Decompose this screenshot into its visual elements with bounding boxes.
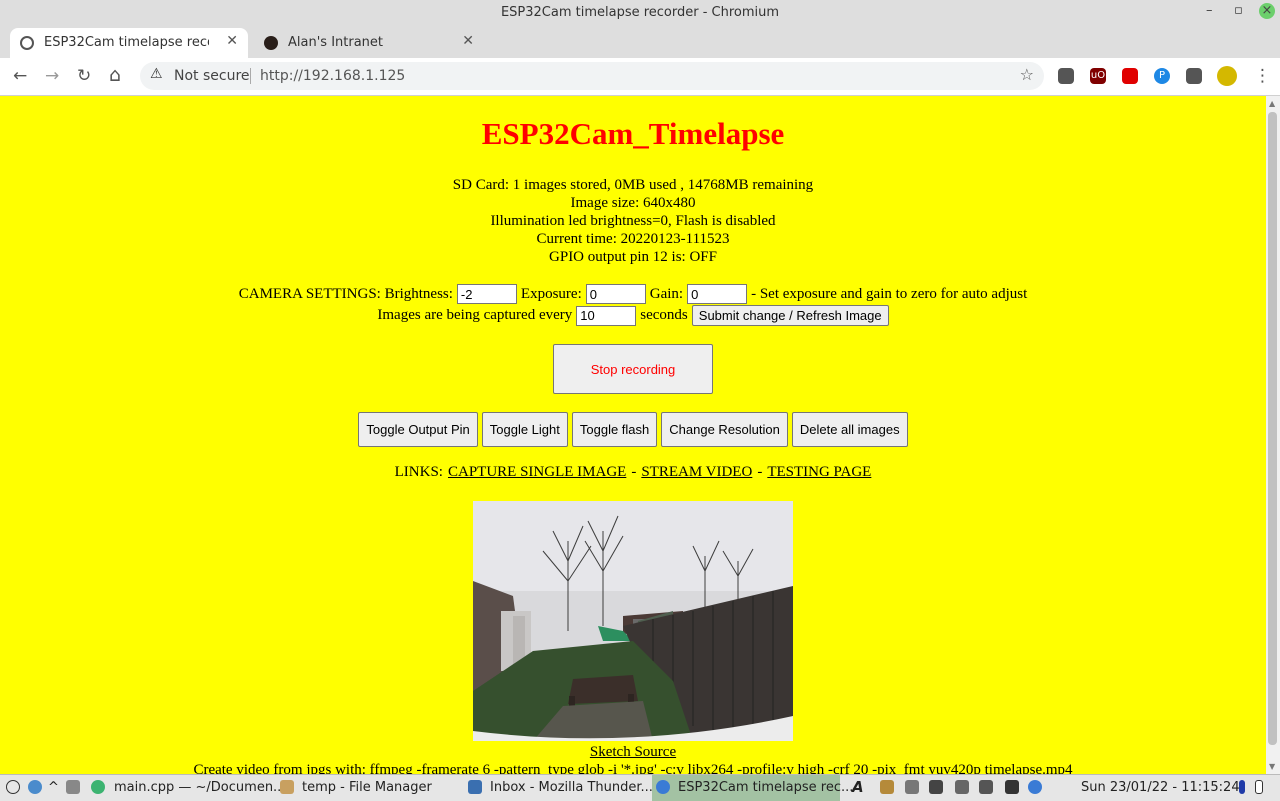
change-resolution-button[interactable]: Change Resolution [661, 412, 788, 447]
camera-snapshot-image [473, 501, 793, 741]
minimize-icon[interactable]: – [1206, 3, 1213, 18]
back-icon[interactable]: ← [13, 66, 27, 86]
tray-settings-icon[interactable] [1005, 780, 1019, 794]
globe-icon [20, 36, 34, 50]
toggle-output-pin-button[interactable]: Toggle Output Pin [358, 412, 478, 447]
gain-label: Gain: [649, 285, 684, 302]
chromium-icon [656, 780, 670, 794]
workspace-2-icon[interactable] [1255, 780, 1263, 794]
menu-kebab-icon[interactable]: ⋮ [1254, 66, 1271, 86]
chevron-up-icon[interactable]: ^ [48, 780, 59, 795]
workspace-1-icon[interactable] [1239, 780, 1245, 794]
info-illumination: Illumination led brightness=0, Flash is … [490, 213, 776, 229]
window-title: ESP32Cam timelapse recorder - Chromium [500, 5, 780, 20]
folder-icon [280, 780, 294, 794]
tab-esp32cam[interactable]: ESP32Cam timelapse recorder ✕ [10, 28, 248, 58]
info-image-size: Image size: 640x480 [570, 195, 696, 211]
links-label: LINKS: [394, 464, 443, 480]
ublock-icon[interactable]: uO [1090, 68, 1106, 84]
power-icon[interactable] [6, 780, 20, 794]
security-label[interactable]: Not secure [174, 68, 250, 84]
forward-icon[interactable]: → [45, 66, 59, 86]
browser-toolbar: ← → ↻ ⌂ ⚠ Not secure http://192.168.1.12… [0, 58, 1280, 96]
links-separator: - [631, 464, 637, 480]
info-gpio: GPIO output pin 12 is: OFF [549, 249, 717, 265]
shield-tray-icon[interactable] [929, 780, 943, 794]
links-separator: - [757, 464, 763, 480]
avatar-icon [264, 36, 278, 50]
reload-icon[interactable]: ↻ [77, 66, 91, 86]
ffmpeg-instructions: Create video from jpgs with: ffmpeg -fra… [193, 762, 1073, 774]
thunderbird-icon [468, 780, 482, 794]
interval-suffix: seconds [640, 307, 688, 323]
extension-eye-icon[interactable] [1058, 68, 1074, 84]
task-main-cpp[interactable]: main.cpp — ~/Documen... [114, 780, 285, 795]
page-title: ESP32Cam_Timelapse [481, 116, 785, 151]
clock[interactable]: Sun 23/01/22 - 11:15:24 [1081, 780, 1240, 795]
scroll-down-icon[interactable]: ▼ [1269, 762, 1275, 771]
app-launcher-icon[interactable] [91, 780, 105, 794]
toggle-flash-button[interactable]: Toggle flash [571, 412, 658, 447]
window-titlebar: ESP32Cam timelapse recorder - Chromium –… [0, 0, 1280, 26]
interval-row: Images are being captured every seconds … [0, 305, 1266, 326]
auto-adjust-note: - Set exposure and gain to zero for auto… [751, 285, 1028, 302]
submit-refresh-button[interactable]: Submit change / Refresh Image [691, 305, 889, 326]
action-buttons-row: Toggle Output Pin Toggle Light Toggle fl… [0, 412, 1266, 447]
close-tab-icon[interactable]: ✕ [226, 33, 238, 49]
testing-page-link[interactable]: TESTING PAGE [767, 464, 871, 481]
gain-input[interactable] [687, 284, 748, 304]
file-cabinet-icon[interactable] [66, 780, 80, 794]
delete-all-images-button[interactable]: Delete all images [791, 412, 908, 447]
tab-label: ESP32Cam timelapse recorder [44, 35, 209, 50]
interval-prefix: Images are being captured every [377, 307, 573, 323]
puzzle-icon[interactable] [1186, 68, 1202, 84]
sketch-source-link[interactable]: Sketch Source [590, 744, 676, 760]
os-taskbar: ^ main.cpp — ~/Documen... temp - File Ma… [0, 774, 1280, 801]
brightness-input[interactable] [456, 284, 517, 304]
network-icon[interactable] [905, 780, 919, 794]
scrollbar-thumb[interactable] [1268, 112, 1277, 745]
mint-menu-icon[interactable] [28, 780, 42, 794]
url-text[interactable]: http://192.168.1.125 [260, 68, 405, 84]
battery-icon[interactable] [955, 780, 969, 794]
exposure-label: Exposure: [520, 285, 582, 302]
scroll-up-icon[interactable]: ▲ [1269, 99, 1275, 108]
stop-recording-button[interactable]: Stop recording [553, 344, 713, 394]
profile-avatar[interactable] [1217, 66, 1237, 86]
tab-strip: ESP32Cam timelapse recorder ✕ Alan's Int… [0, 26, 1280, 80]
shield-extension-icon[interactable] [1122, 68, 1138, 84]
warning-icon[interactable]: ⚠ [150, 66, 163, 82]
close-tab-icon[interactable]: ✕ [462, 33, 474, 49]
camera-settings-row: CAMERA SETTINGS: Brightness: Exposure: G… [0, 284, 1266, 304]
volume-icon[interactable] [979, 780, 993, 794]
toggle-light-button[interactable]: Toggle Light [481, 412, 568, 447]
address-bar[interactable]: ⚠ Not secure http://192.168.1.125 ☆ [140, 62, 1044, 90]
info-sd-card: SD Card: 1 images stored, 0MB used , 147… [452, 177, 814, 193]
task-thunderbird[interactable]: Inbox - Mozilla Thunder... [490, 780, 653, 795]
camera-settings-label: CAMERA SETTINGS: Brightness: [238, 285, 453, 302]
tab-label: Alan's Intranet [288, 35, 384, 50]
task-esp32cam-active[interactable]: ESP32Cam timelapse rec... [652, 775, 853, 801]
task-esp32cam-label: ESP32Cam timelapse rec... [678, 780, 854, 795]
task-file-manager[interactable]: temp - File Manager [302, 780, 432, 795]
exposure-input[interactable] [585, 284, 646, 304]
close-window-icon[interactable]: × [1259, 3, 1275, 19]
p-extension-icon[interactable]: P [1154, 68, 1170, 84]
page-viewport: ESP32Cam_Timelapse SD Card: 1 images sto… [0, 96, 1266, 774]
clipboard-icon[interactable] [880, 780, 894, 794]
maximize-icon[interactable]: ▫ [1234, 3, 1243, 18]
stream-video-link[interactable]: STREAM VIDEO [641, 464, 752, 481]
font-a-icon[interactable]: A [852, 778, 864, 796]
links-row: LINKS: CAPTURE SINGLE IMAGE - STREAM VID… [0, 464, 1266, 481]
omnibox-divider [250, 68, 251, 84]
interval-input[interactable] [576, 305, 637, 326]
chromium-tray-icon[interactable] [1028, 780, 1042, 794]
bookmark-star-icon[interactable]: ☆ [1020, 65, 1034, 84]
capture-single-image-link[interactable]: CAPTURE SINGLE IMAGE [448, 464, 626, 481]
tab-intranet[interactable]: Alan's Intranet ✕ [254, 28, 484, 58]
info-current-time: Current time: 20220123-111523 [536, 231, 730, 247]
sketch-source-row: Sketch Source [0, 744, 1266, 761]
home-icon[interactable]: ⌂ [109, 64, 121, 86]
